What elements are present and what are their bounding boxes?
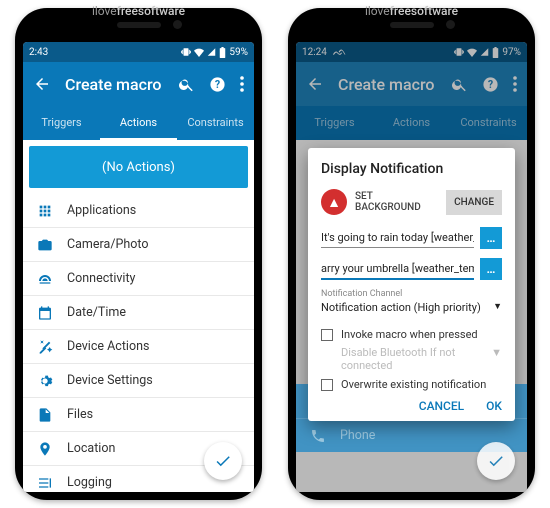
status-bar: 2:43 59% bbox=[23, 42, 254, 62]
screen-left: 2:43 59% Create macro ? Triggers Actions… bbox=[23, 42, 254, 492]
location-icon bbox=[37, 441, 53, 457]
change-button[interactable]: CHANGE bbox=[446, 190, 502, 215]
list-label: Connectivity bbox=[67, 271, 135, 286]
svg-text:?: ? bbox=[215, 78, 220, 91]
channel-value: Notification action (High priority) bbox=[321, 301, 481, 314]
cancel-button[interactable]: CANCEL bbox=[419, 399, 464, 413]
chevron-down-icon: ▼ bbox=[493, 301, 502, 314]
bg-label: Phone bbox=[340, 428, 375, 443]
overflow-icon[interactable] bbox=[240, 76, 244, 92]
display-notification-dialog: Display Notification ▲ SET BACKGROUND CH… bbox=[308, 148, 515, 421]
notification-text-field[interactable]: arry your umbrella [weather_temp bbox=[321, 259, 474, 280]
watermark: ilovefreesoftware bbox=[365, 4, 458, 18]
list-label: Files bbox=[67, 407, 93, 422]
disabled-label: Disable Bluetooth If not connected bbox=[341, 346, 491, 372]
tab-triggers[interactable]: Triggers bbox=[23, 106, 100, 140]
ok-button[interactable]: OK bbox=[486, 399, 502, 413]
list-item-camera[interactable]: Camera/Photo bbox=[23, 228, 254, 262]
list-label: Device Actions bbox=[67, 339, 149, 354]
status-battery: 59% bbox=[229, 47, 248, 58]
list-label: Date/Time bbox=[67, 305, 126, 320]
macro-select-disabled: Disable Bluetooth If not connected ▼ bbox=[341, 346, 502, 372]
list-item-device-settings[interactable]: Device Settings bbox=[23, 364, 254, 398]
phone-icon bbox=[310, 428, 326, 444]
check-icon bbox=[214, 452, 232, 470]
search-icon[interactable] bbox=[178, 76, 195, 93]
no-actions-banner[interactable]: (No Actions) bbox=[29, 146, 248, 188]
vibrate-icon bbox=[181, 47, 191, 57]
list-label: Camera/Photo bbox=[67, 237, 148, 252]
check-icon bbox=[487, 452, 505, 470]
field-macro-button[interactable]: … bbox=[480, 258, 502, 280]
screen-right: 12:24 ᨒ 97% Create macro ? Triggers Acti… bbox=[296, 42, 527, 492]
tab-constraints[interactable]: Constraints bbox=[177, 106, 254, 140]
list-item-datetime[interactable]: Date/Time bbox=[23, 296, 254, 330]
list-item-files[interactable]: Files bbox=[23, 398, 254, 432]
battery-icon bbox=[219, 47, 226, 58]
wifi-icon bbox=[194, 47, 204, 57]
notification-title-field[interactable]: It's going to rain today [weather_c bbox=[321, 228, 474, 248]
confirm-fab bbox=[477, 442, 515, 480]
set-background-label: SET BACKGROUND bbox=[355, 191, 438, 213]
list-label: Device Settings bbox=[67, 373, 153, 388]
list-label: Location bbox=[67, 441, 115, 456]
phone-left: ilovefreesoftware 2:43 59% Create macro … bbox=[15, 8, 262, 500]
checkbox-icon bbox=[321, 329, 333, 341]
apps-icon bbox=[37, 203, 53, 219]
channel-label: Notification Channel bbox=[321, 289, 502, 299]
list-item-connectivity[interactable]: Connectivity bbox=[23, 262, 254, 296]
checkbox-icon bbox=[321, 379, 333, 391]
back-icon[interactable] bbox=[33, 75, 51, 93]
logging-icon bbox=[37, 475, 53, 491]
dialog-title: Display Notification bbox=[321, 161, 502, 177]
wand-icon bbox=[37, 339, 53, 355]
settings-icon bbox=[37, 373, 53, 389]
list-item-device-actions[interactable]: Device Actions bbox=[23, 330, 254, 364]
list-label: Logging bbox=[67, 475, 112, 490]
connectivity-icon bbox=[37, 271, 53, 287]
signal-icon bbox=[207, 47, 216, 57]
phone-right: ilovefreesoftware 12:24 ᨒ 97% Create mac… bbox=[288, 8, 535, 500]
confirm-fab[interactable] bbox=[204, 442, 242, 480]
app-bar: Create macro ? bbox=[23, 62, 254, 106]
channel-select[interactable]: Notification action (High priority) ▼ bbox=[321, 299, 502, 323]
app-title: Create macro bbox=[65, 75, 164, 94]
checkbox-label: Overwrite existing notification bbox=[341, 378, 486, 391]
warning-icon[interactable]: ▲ bbox=[321, 189, 347, 215]
overwrite-checkbox[interactable]: Overwrite existing notification bbox=[321, 378, 502, 391]
list-label: Applications bbox=[67, 203, 136, 218]
invoke-macro-checkbox[interactable]: Invoke macro when pressed bbox=[321, 328, 502, 341]
field-macro-button[interactable]: … bbox=[480, 227, 502, 249]
camera-icon bbox=[37, 237, 53, 253]
list-item-applications[interactable]: Applications bbox=[23, 194, 254, 228]
tabs: Triggers Actions Constraints bbox=[23, 106, 254, 140]
status-icons: 59% bbox=[181, 47, 248, 58]
watermark: ilovefreesoftware bbox=[92, 4, 185, 18]
status-time: 2:43 bbox=[29, 47, 48, 58]
chevron-down-icon: ▼ bbox=[491, 346, 502, 372]
file-icon bbox=[37, 407, 53, 423]
checkbox-label: Invoke macro when pressed bbox=[341, 328, 478, 341]
tab-actions[interactable]: Actions bbox=[100, 106, 177, 140]
calendar-icon bbox=[37, 305, 53, 321]
help-icon[interactable]: ? bbox=[209, 76, 226, 93]
